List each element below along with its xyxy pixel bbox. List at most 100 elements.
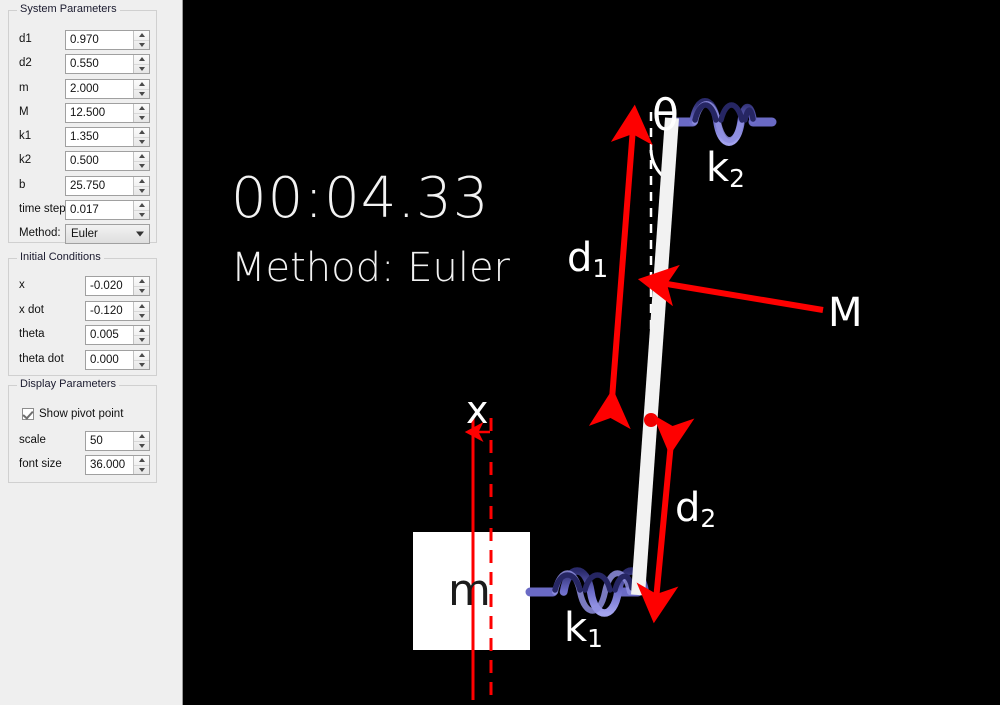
spinner-k1-value[interactable]: 1.350 [66,128,133,146]
simulation-canvas[interactable]: 00:04.33 Method: Euler θ k2 k1 d1 d2 M x… [183,0,1000,705]
spinner-M-increment[interactable] [134,104,149,113]
spinner-x-dot-decrement[interactable] [134,310,149,321]
spinner-font-size-decrement[interactable] [134,464,149,475]
spinner-font-size-buttons[interactable] [133,456,149,474]
label-d1-subscript: 1 [592,254,609,284]
spinner-x-dot[interactable]: -0.120 [85,301,150,321]
spinner-b[interactable]: 25.750 [65,176,150,196]
spinner-m-decrement[interactable] [134,88,149,99]
spinner-theta-decrement[interactable] [134,334,149,345]
spinner-d2-buttons[interactable] [133,55,149,73]
spinner-x-dot-increment[interactable] [134,302,149,311]
spinner-k2-increment[interactable] [134,152,149,161]
spinner-theta-dot-decrement[interactable] [134,359,149,370]
spinner-scale-buttons[interactable] [133,432,149,450]
label-d2-symbol: d2 [675,485,716,533]
spinner-font-size-value[interactable]: 36.000 [86,456,133,474]
spinner-b-value[interactable]: 25.750 [66,177,133,195]
spinner-d1-buttons[interactable] [133,31,149,49]
field-row-theta-dot: theta dot 0.000 [9,350,156,371]
spinner-m-value[interactable]: 2.000 [66,80,133,98]
spinner-x-increment[interactable] [134,277,149,286]
simulation-timer: 00:04.33 [231,166,490,231]
simulation-drawing [413,98,824,700]
spinner-d2-increment[interactable] [134,55,149,64]
spinner-m-buttons[interactable] [133,80,149,98]
spinner-k1-decrement[interactable] [134,136,149,147]
spinner-b-increment[interactable] [134,177,149,186]
spinner-m-increment[interactable] [134,80,149,89]
spinner-x-dot-value[interactable]: -0.120 [86,302,133,320]
method-dropdown-value[interactable]: Euler [66,228,131,240]
spinner-M-decrement[interactable] [134,112,149,123]
spinner-x-decrement[interactable] [134,285,149,296]
spinner-M[interactable]: 12.500 [65,103,150,123]
spinner-theta-buttons[interactable] [133,326,149,344]
spinner-font-size[interactable]: 36.000 [85,455,150,475]
spinner-time-step-buttons[interactable] [133,201,149,219]
label-scale: scale [19,434,46,446]
spinner-d2-value[interactable]: 0.550 [66,55,133,73]
spinner-scale[interactable]: 50 [85,431,150,451]
field-row-x: x -0.020 [9,276,156,297]
spinner-k2-decrement[interactable] [134,160,149,171]
spinner-theta-dot-buttons[interactable] [133,351,149,369]
spinner-k1-increment[interactable] [134,128,149,137]
spinner-time-step-value[interactable]: 0.017 [66,201,133,219]
application-window: System Parameters d1 0.970 d2 0.550 m 2.… [0,0,1000,705]
spinner-time-step-increment[interactable] [134,201,149,210]
spinner-theta-dot[interactable]: 0.000 [85,350,150,370]
spinner-theta-dot-increment[interactable] [134,351,149,360]
label-x: x [19,279,25,291]
spinner-k2-buttons[interactable] [133,152,149,170]
spinner-theta-dot-value[interactable]: 0.000 [86,351,133,369]
spinner-font-size-increment[interactable] [134,456,149,465]
spinner-d1-value[interactable]: 0.970 [66,31,133,49]
label-time-step: time step [19,203,66,215]
spinner-M-value[interactable]: 12.500 [66,104,133,122]
label-method: Method: [19,227,61,239]
spinner-theta[interactable]: 0.005 [85,325,150,345]
spinner-b-buttons[interactable] [133,177,149,195]
label-d2-subscript: 2 [700,504,717,534]
M-pointer-arrow [637,264,824,313]
spinner-x[interactable]: -0.020 [85,276,150,296]
spinner-theta-value[interactable]: 0.005 [86,326,133,344]
checkmark-icon[interactable] [22,408,34,420]
spinner-time-step[interactable]: 0.017 [65,200,150,220]
spinner-m[interactable]: 2.000 [65,79,150,99]
spinner-d1-decrement[interactable] [134,39,149,50]
spinner-d1[interactable]: 0.970 [65,30,150,50]
spinner-scale-decrement[interactable] [134,440,149,451]
spinner-k1-buttons[interactable] [133,128,149,146]
spinner-d1-increment[interactable] [134,31,149,40]
field-row-theta: theta 0.005 [9,325,156,346]
spinner-x-value[interactable]: -0.020 [86,277,133,295]
label-m: m [19,82,29,94]
show-pivot-point-checkbox[interactable]: Show pivot point [22,408,123,420]
spinner-d2[interactable]: 0.550 [65,54,150,74]
spinner-x-dot-buttons[interactable] [133,302,149,320]
spinner-M-buttons[interactable] [133,104,149,122]
spinner-k2-value[interactable]: 0.500 [66,152,133,170]
method-dropdown[interactable]: Euler [65,224,150,244]
label-font-size: font size [19,458,62,470]
label-k2: k2 [19,154,32,166]
label-d2: d2 [19,57,32,69]
spinner-k2[interactable]: 0.500 [65,151,150,171]
spinner-theta-increment[interactable] [134,326,149,335]
label-M-symbol: M [828,290,863,336]
field-row-b: b 25.750 [9,176,156,197]
spinner-time-step-decrement[interactable] [134,209,149,220]
d1-dimension-arrow [588,104,653,430]
spinner-x-buttons[interactable] [133,277,149,295]
spinner-d2-decrement[interactable] [134,63,149,74]
spinner-scale-increment[interactable] [134,432,149,441]
control-panel: System Parameters d1 0.970 d2 0.550 m 2.… [0,0,183,705]
field-row-time-step: time step 0.017 [9,200,156,221]
method-status-text: Method: Euler [231,245,511,291]
label-M: M [19,106,29,118]
spinner-b-decrement[interactable] [134,185,149,196]
spinner-scale-value[interactable]: 50 [86,432,133,450]
spinner-k1[interactable]: 1.350 [65,127,150,147]
